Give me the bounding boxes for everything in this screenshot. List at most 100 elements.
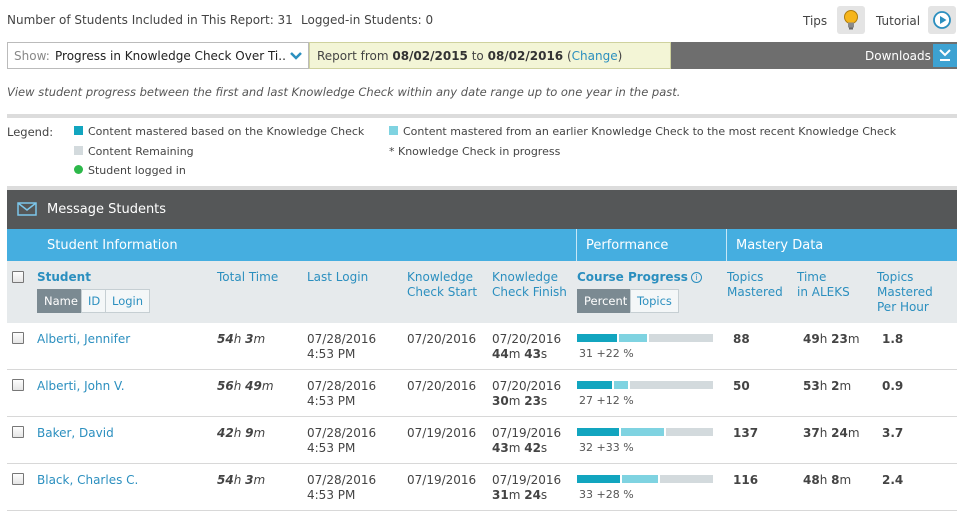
column-tmph-line1: Topics [877,270,914,284]
play-icon [933,11,951,29]
student-name-link[interactable]: Black, Charles C. [37,473,138,488]
kc-finish: 07/20/2016 44m 43s [492,332,562,361]
table-column-header: Student Name ID Login Total Time Last Lo… [7,261,957,323]
course-progress-bar [577,334,713,342]
column-time-in-aleks[interactable]: Time in ALEKS [797,270,850,300]
top-bar: Number of Students Included in This Repo… [0,0,960,42]
group-performance: Performance [586,238,669,253]
range-prefix: Report from [317,49,393,63]
message-students-bar[interactable]: Message Students [7,190,957,229]
show-report-select[interactable]: Show: Progress in Knowledge Check Over T… [7,42,309,69]
downloads-button[interactable] [933,44,957,67]
column-time-in-aleks-line2: in ALEKS [797,285,850,299]
kc-finish: 07/20/2016 30m 23s [492,379,562,408]
column-topics-mastered-line2: Mastered [727,285,783,299]
legend-swatch-remaining [74,146,83,155]
column-topics-mastered[interactable]: Topics Mastered [727,270,783,300]
column-kc-finish[interactable]: Knowledge Check Finish [492,270,567,300]
show-label: Show: [14,49,50,63]
topics-mastered-per-hour: 3.7 [882,426,904,440]
time-in-aleks: 37h 24m [803,426,860,440]
course-progress-bar [577,428,713,436]
column-last-login[interactable]: Last Login [307,270,368,285]
topics-mastered: 116 [733,473,759,487]
group-mastery-data: Mastery Data [736,238,824,253]
legend-logged-in: Student logged in [88,164,186,177]
course-progress-bar [577,475,713,483]
course-progress-text: 32 +33 % [579,441,634,454]
column-student[interactable]: Student [37,270,91,285]
row-checkbox[interactable] [12,473,24,485]
report-description: View student progress between the first … [7,85,681,99]
sort-by-id-button[interactable]: ID [81,289,108,313]
range-start-date: 08/02/2015 [392,49,468,63]
downloads-label[interactable]: Downloads [865,49,931,63]
legend-title: Legend: [7,125,54,139]
student-name-link[interactable]: Baker, David [37,426,114,441]
progress-remaining [660,475,713,483]
students-included-count: Number of Students Included in This Repo… [7,13,293,27]
progress-mastered-kc [577,334,617,342]
message-students-label: Message Students [47,202,167,217]
tutorial-button[interactable] [928,6,956,34]
column-kc-start[interactable]: Knowledge Check Start [407,270,477,300]
column-topics-mastered-per-hour[interactable]: Topics Mastered Per Hour [877,270,933,315]
divider [7,114,957,118]
row-checkbox[interactable] [12,379,24,391]
table-row: Alberti, John V. 56h 49m 07/28/2016 4:53 … [7,370,957,417]
row-checkbox[interactable] [12,332,24,344]
progress-mastered-earlier [622,475,658,483]
sort-by-name-button[interactable]: Name [37,289,85,313]
view-topics-button[interactable]: Topics [630,289,679,313]
change-close-paren: ) [617,49,623,63]
logged-in-count: Logged-in Students: 0 [301,13,434,27]
column-kc-finish-line1: Knowledge [492,270,558,284]
range-to: to [467,49,488,63]
kc-start-date: 07/19/2016 [407,426,477,440]
change-date-link[interactable]: Change [572,49,618,63]
time-in-aleks: 48h 8m [803,473,852,487]
lightbulb-icon [844,10,858,30]
last-login: 07/28/2016 4:53 PM [307,473,377,502]
legend-swatch-mastered-kc [74,126,83,135]
column-total-time[interactable]: Total Time [217,270,278,285]
course-progress-text: 27 +12 % [579,394,634,407]
progress-mastered-kc [577,428,619,436]
row-checkbox[interactable] [12,426,24,438]
last-login: 07/28/2016 4:53 PM [307,426,377,455]
group-separator [576,229,577,261]
info-icon[interactable]: i [690,272,702,283]
progress-mastered-earlier [619,334,647,342]
progress-mastered-kc [577,475,620,483]
group-student-information: Student Information [47,238,178,253]
chevron-down-icon [290,52,302,60]
student-name-link[interactable]: Alberti, John V. [37,379,125,394]
legend-logged-in-dot [74,165,83,174]
progress-remaining [649,334,713,342]
column-course-progress[interactable]: Course Progress i [577,270,702,285]
student-name-link[interactable]: Alberti, Jennifer [37,332,130,347]
select-all-checkbox[interactable] [12,271,24,283]
envelope-icon [17,202,37,216]
view-percent-button[interactable]: Percent [577,289,635,313]
tips-button[interactable] [837,6,865,34]
course-progress-text: 31 +22 % [579,347,634,360]
kc-finish: 07/19/2016 31m 24s [492,473,562,502]
table-row: Black, Charles C. 54h 3m 07/28/2016 4:53 … [7,464,957,511]
topics-mastered: 137 [733,426,759,440]
kc-start-date: 07/19/2016 [407,473,477,487]
total-time: 54h 3m [217,473,266,487]
progress-mastered-earlier [621,428,664,436]
progress-remaining [630,381,713,389]
legend-swatch-mastered-earlier [389,126,398,135]
legend-remaining: Content Remaining [88,145,194,158]
progress-remaining [666,428,713,436]
column-kc-start-line2: Check Start [407,285,478,299]
table-row: Alberti, Jennifer 54h 3m 07/28/2016 4:53 … [7,323,957,370]
topics-mastered-per-hour: 1.8 [882,332,904,346]
legend-mastered-earlier: Content mastered from an earlier Knowled… [403,125,897,138]
table-row: Baker, David 42h 9m 07/28/2016 4:53 PM 07… [7,417,957,464]
legend-mastered-kc: Content mastered based on the Knowledge … [88,125,365,138]
sort-by-login-button[interactable]: Login [105,289,151,313]
legend-kc-in-progress: * Knowledge Check in progress [389,145,561,158]
